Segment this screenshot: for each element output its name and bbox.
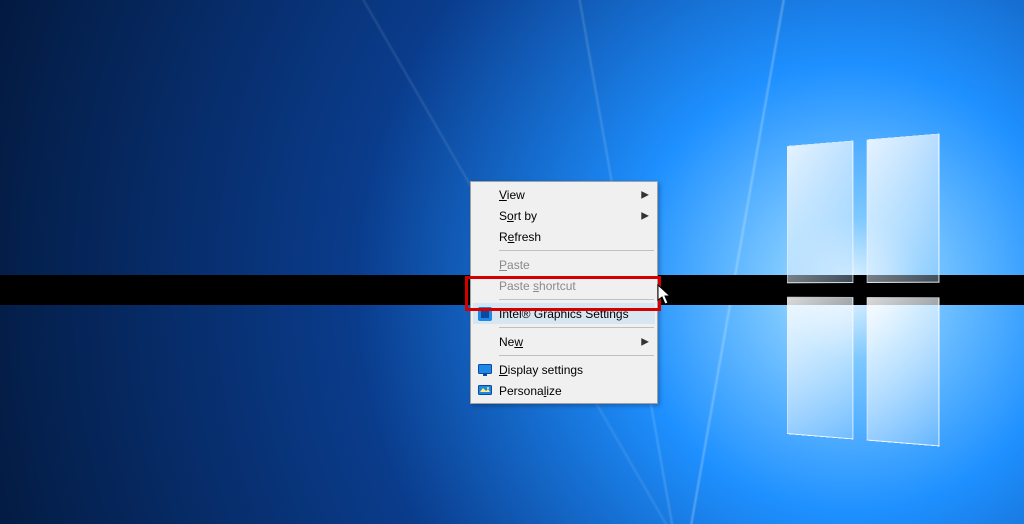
display-icon	[477, 362, 493, 378]
submenu-arrow-icon: ▶	[641, 336, 649, 347]
menu-item-sort-by[interactable]: Sort by ▶	[473, 205, 655, 226]
menu-item-label: View	[499, 188, 637, 202]
menu-item-label: Refresh	[499, 230, 637, 244]
menu-item-label: Intel® Graphics Settings	[499, 307, 637, 321]
menu-item-personalize[interactable]: Personalize	[473, 380, 655, 401]
submenu-arrow-icon: ▶	[641, 189, 649, 200]
menu-item-paste-shortcut: Paste shortcut	[473, 275, 655, 296]
menu-item-view[interactable]: View ▶	[473, 184, 655, 205]
menu-item-refresh[interactable]: Refresh	[473, 226, 655, 247]
menu-separator	[499, 327, 654, 328]
menu-item-label: New	[499, 335, 637, 349]
menu-item-label: Personalize	[499, 384, 637, 398]
menu-item-new[interactable]: New ▶	[473, 331, 655, 352]
menu-separator	[499, 299, 654, 300]
menu-item-display-settings[interactable]: Display settings	[473, 359, 655, 380]
menu-item-label: Paste	[499, 258, 637, 272]
submenu-arrow-icon: ▶	[641, 210, 649, 221]
menu-item-intel-graphics[interactable]: Intel® Graphics Settings	[473, 303, 655, 324]
menu-item-label: Display settings	[499, 363, 637, 377]
desktop[interactable]: View ▶ Sort by ▶ Refresh Paste Paste shortcut I…	[0, 0, 1024, 524]
windows-logo	[787, 134, 939, 447]
menu-item-label: Paste shortcut	[499, 279, 637, 293]
desktop-context-menu: View ▶ Sort by ▶ Refresh Paste Paste shortcut I…	[470, 181, 658, 404]
personalize-icon	[477, 383, 493, 399]
menu-separator	[499, 355, 654, 356]
menu-separator	[499, 250, 654, 251]
menu-item-label: Sort by	[499, 209, 637, 223]
intel-icon	[477, 306, 493, 322]
menu-item-paste: Paste	[473, 254, 655, 275]
mouse-cursor-icon	[657, 284, 673, 306]
